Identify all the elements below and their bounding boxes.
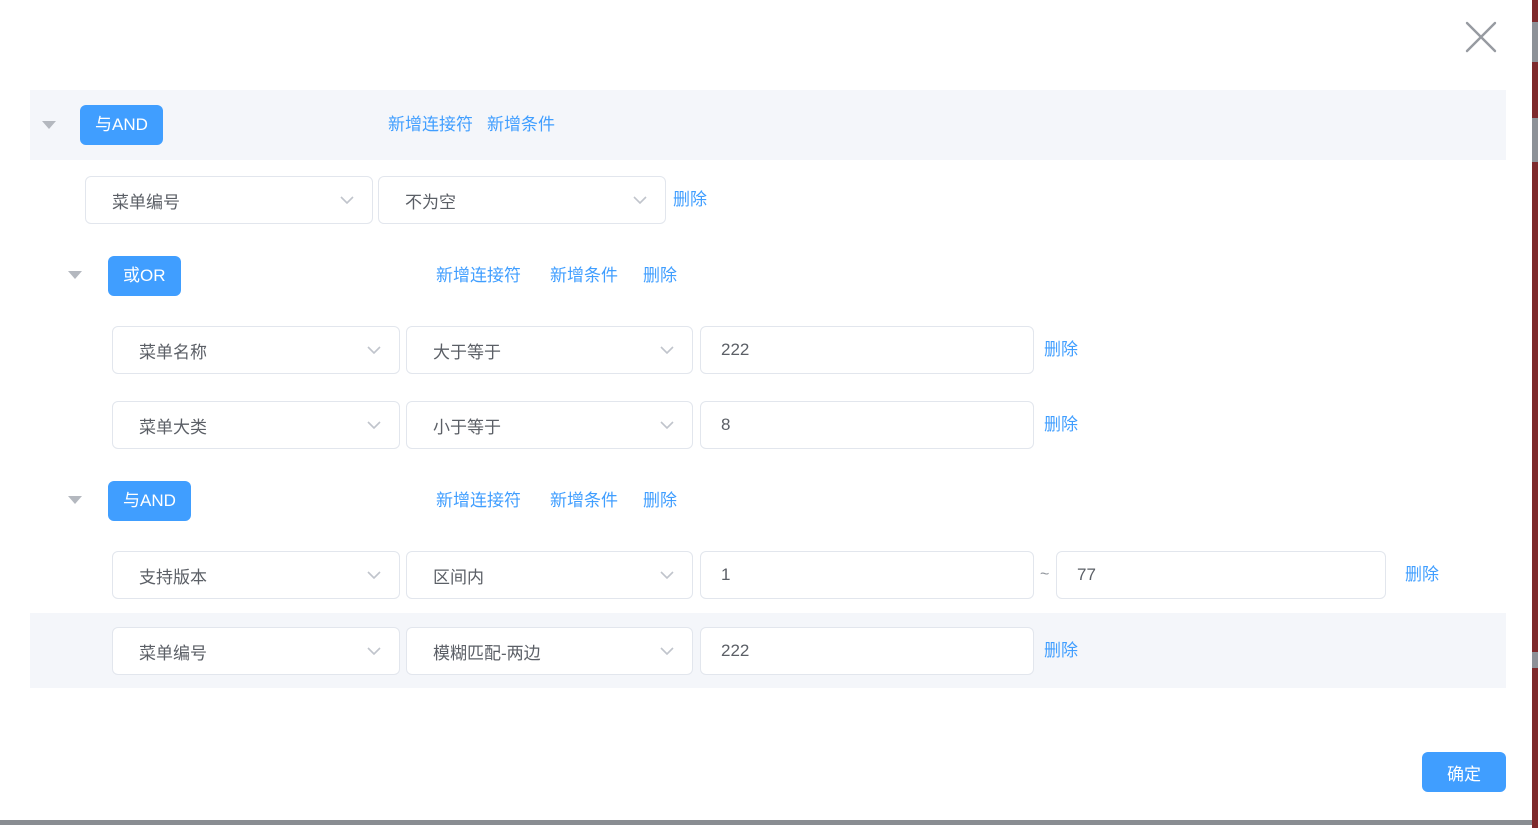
add-condition-link[interactable]: 新增条件: [550, 256, 618, 296]
operator-select[interactable]: 模糊匹配-两边: [406, 627, 693, 675]
scrollbar-segment: [1532, 652, 1538, 668]
window-edge-right: [1532, 0, 1538, 828]
chevron-down-icon: [633, 196, 647, 204]
field-select-value: 支持版本: [139, 563, 207, 588]
value-input[interactable]: [700, 627, 1034, 675]
chevron-down-icon: [660, 421, 674, 429]
chevron-down-icon: [367, 647, 381, 655]
connector-badge[interactable]: 与AND: [80, 105, 163, 145]
add-connector-link[interactable]: 新增连接符: [388, 105, 473, 145]
field-select[interactable]: 菜单名称: [112, 326, 400, 374]
scrollbar-segment: [1532, 118, 1538, 162]
confirm-button[interactable]: 确定: [1422, 752, 1506, 792]
chevron-down-icon: [660, 346, 674, 354]
delete-link[interactable]: 删除: [643, 256, 677, 296]
field-select[interactable]: 菜单编号: [85, 176, 373, 224]
scrollbar-segment: [1532, 22, 1538, 62]
close-button[interactable]: [1460, 16, 1502, 58]
collapse-caret-icon[interactable]: [68, 271, 82, 279]
operator-select-value: 大于等于: [433, 338, 501, 363]
connector-badge[interactable]: 或OR: [108, 256, 181, 296]
collapse-caret-icon[interactable]: [68, 496, 82, 504]
range-max-input[interactable]: [1056, 551, 1386, 599]
delete-link[interactable]: 删除: [1405, 551, 1439, 599]
chevron-down-icon: [340, 196, 354, 204]
field-select[interactable]: 支持版本: [112, 551, 400, 599]
add-connector-link[interactable]: 新增连接符: [436, 256, 521, 296]
add-condition-link[interactable]: 新增条件: [550, 481, 618, 521]
range-min-input[interactable]: [700, 551, 1034, 599]
value-input[interactable]: [700, 326, 1034, 374]
value-input[interactable]: [700, 401, 1034, 449]
condition-builder-dialog: 与AND 新增连接符 新增条件 菜单编号 不为空 删除 或OR 新增连接符 新增…: [0, 0, 1538, 828]
operator-select[interactable]: 小于等于: [406, 401, 693, 449]
operator-select[interactable]: 不为空: [378, 176, 666, 224]
close-icon: [1460, 16, 1502, 58]
field-select-value: 菜单编号: [139, 639, 207, 664]
field-select[interactable]: 菜单编号: [112, 627, 400, 675]
operator-select[interactable]: 大于等于: [406, 326, 693, 374]
delete-link[interactable]: 删除: [1044, 401, 1078, 449]
delete-link[interactable]: 删除: [673, 176, 707, 224]
field-select-value: 菜单大类: [139, 413, 207, 438]
window-edge-bottom: [0, 820, 1532, 825]
delete-link[interactable]: 删除: [1044, 326, 1078, 374]
operator-select-value: 模糊匹配-两边: [433, 639, 541, 664]
add-condition-link[interactable]: 新增条件: [487, 105, 555, 145]
chevron-down-icon: [367, 346, 381, 354]
connector-badge[interactable]: 与AND: [108, 481, 191, 521]
operator-select-value: 不为空: [405, 188, 456, 213]
delete-link[interactable]: 删除: [1044, 627, 1078, 675]
operator-select-value: 小于等于: [433, 413, 501, 438]
chevron-down-icon: [660, 647, 674, 655]
operator-select[interactable]: 区间内: [406, 551, 693, 599]
field-select[interactable]: 菜单大类: [112, 401, 400, 449]
chevron-down-icon: [660, 571, 674, 579]
range-separator: ~: [1040, 551, 1049, 599]
field-select-value: 菜单编号: [112, 188, 180, 213]
operator-select-value: 区间内: [433, 563, 484, 588]
chevron-down-icon: [367, 571, 381, 579]
field-select-value: 菜单名称: [139, 338, 207, 363]
delete-link[interactable]: 删除: [643, 481, 677, 521]
connector-row-band: [30, 90, 1506, 160]
chevron-down-icon: [367, 421, 381, 429]
collapse-caret-icon[interactable]: [42, 121, 56, 129]
add-connector-link[interactable]: 新增连接符: [436, 481, 521, 521]
